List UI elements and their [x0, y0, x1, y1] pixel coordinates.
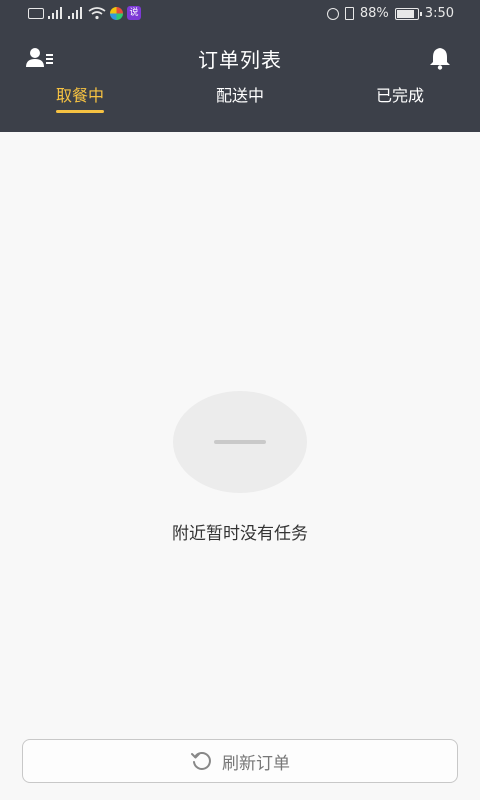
battery-percent: 88% [359, 6, 389, 21]
app-status-icon [110, 6, 123, 20]
bell-icon [430, 48, 450, 70]
page-title: 订单列表 [198, 48, 282, 72]
status-bar-left: 说 [28, 6, 141, 20]
empty-dash [214, 440, 266, 444]
refresh-orders-button[interactable]: 刷新订单 [22, 739, 458, 783]
order-tabs: 取餐中 配送中 已完成 [0, 80, 480, 120]
battery-icon [394, 7, 422, 20]
signal-icon [48, 7, 64, 19]
app-badge-icon: 说 [127, 6, 141, 20]
active-tab-indicator [56, 110, 104, 113]
refresh-icon [191, 752, 211, 770]
tab-completed[interactable]: 已完成 [340, 82, 460, 106]
app-header: 说 88% 3:50 订单列表 取餐中 配送中 已完成 [0, 0, 480, 132]
wifi-icon [88, 6, 106, 19]
status-bar: 说 88% 3:50 [0, 0, 480, 28]
alarm-icon [326, 7, 339, 20]
tab-pickup[interactable]: 取餐中 [20, 82, 140, 106]
empty-message: 附近暂时没有任务 [172, 524, 308, 544]
tab-delivering[interactable]: 配送中 [180, 82, 300, 106]
signal-icon [68, 7, 84, 19]
empty-placeholder-icon [173, 391, 307, 493]
notification-icon [28, 7, 44, 19]
status-bar-right: 88% 3:50 [326, 6, 454, 21]
refresh-button-label: 刷新订单 [222, 753, 290, 774]
vibrate-icon [344, 7, 354, 20]
notifications-button[interactable] [422, 40, 458, 76]
clock: 3:50 [424, 6, 454, 21]
title-bar: 订单列表 [0, 40, 480, 76]
